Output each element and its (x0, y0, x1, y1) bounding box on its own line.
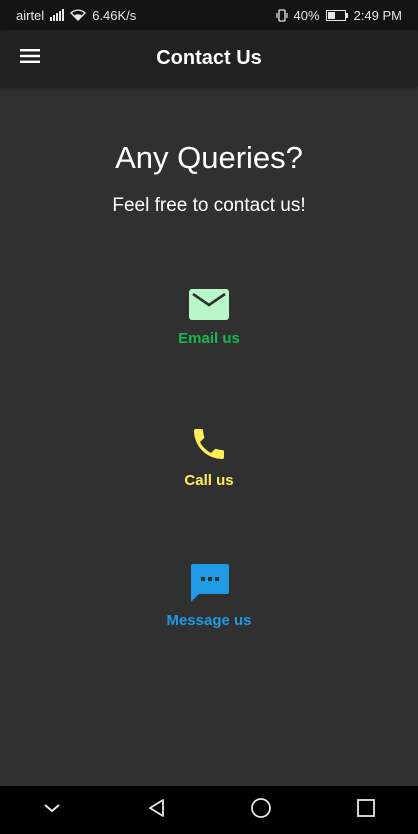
vibrate-icon (275, 8, 288, 22)
nav-recents-button[interactable] (346, 790, 386, 830)
signal-icon (50, 9, 65, 21)
wifi-icon (70, 9, 87, 21)
nav-back-button[interactable] (137, 790, 177, 830)
call-us-button[interactable]: Call us (129, 424, 289, 489)
call-us-label: Call us (184, 472, 234, 489)
status-bar: airtel 6.46K/s 40% 2:49 PM (0, 0, 418, 30)
message-us-label: Message us (166, 612, 252, 629)
back-icon (147, 798, 167, 823)
email-us-label: Email us (178, 330, 240, 347)
nav-collapse-button[interactable] (32, 790, 72, 830)
page-title: Contact Us (156, 46, 262, 69)
network-speed: 6.46K/s (92, 7, 137, 23)
nav-home-button[interactable] (241, 790, 281, 830)
home-icon (250, 797, 272, 824)
recents-icon (356, 798, 376, 823)
email-us-button[interactable]: Email us (129, 286, 289, 347)
carrier-name: airtel (16, 7, 45, 23)
message-icon (188, 562, 230, 604)
menu-button[interactable] (14, 44, 46, 72)
phone-icon (189, 424, 229, 464)
message-us-button[interactable]: Message us (129, 562, 289, 629)
status-left: airtel 6.46K/s (16, 8, 136, 23)
heading: Any Queries? (115, 140, 303, 175)
chevron-down-icon (43, 801, 61, 819)
system-nav-bar (0, 786, 418, 834)
hamburger-menu-icon (20, 48, 40, 69)
battery-percent: 40% (293, 7, 320, 23)
app-bar: Contact Us (0, 30, 418, 86)
battery-icon (325, 9, 348, 21)
status-right: 40% 2:49 PM (275, 7, 402, 23)
clock: 2:49 PM (353, 7, 402, 23)
contact-screen: airtel 6.46K/s 40% 2:49 PM Contact Us An… (0, 0, 418, 834)
email-icon (188, 286, 230, 322)
subheading: Feel free to contact us! (112, 195, 306, 216)
